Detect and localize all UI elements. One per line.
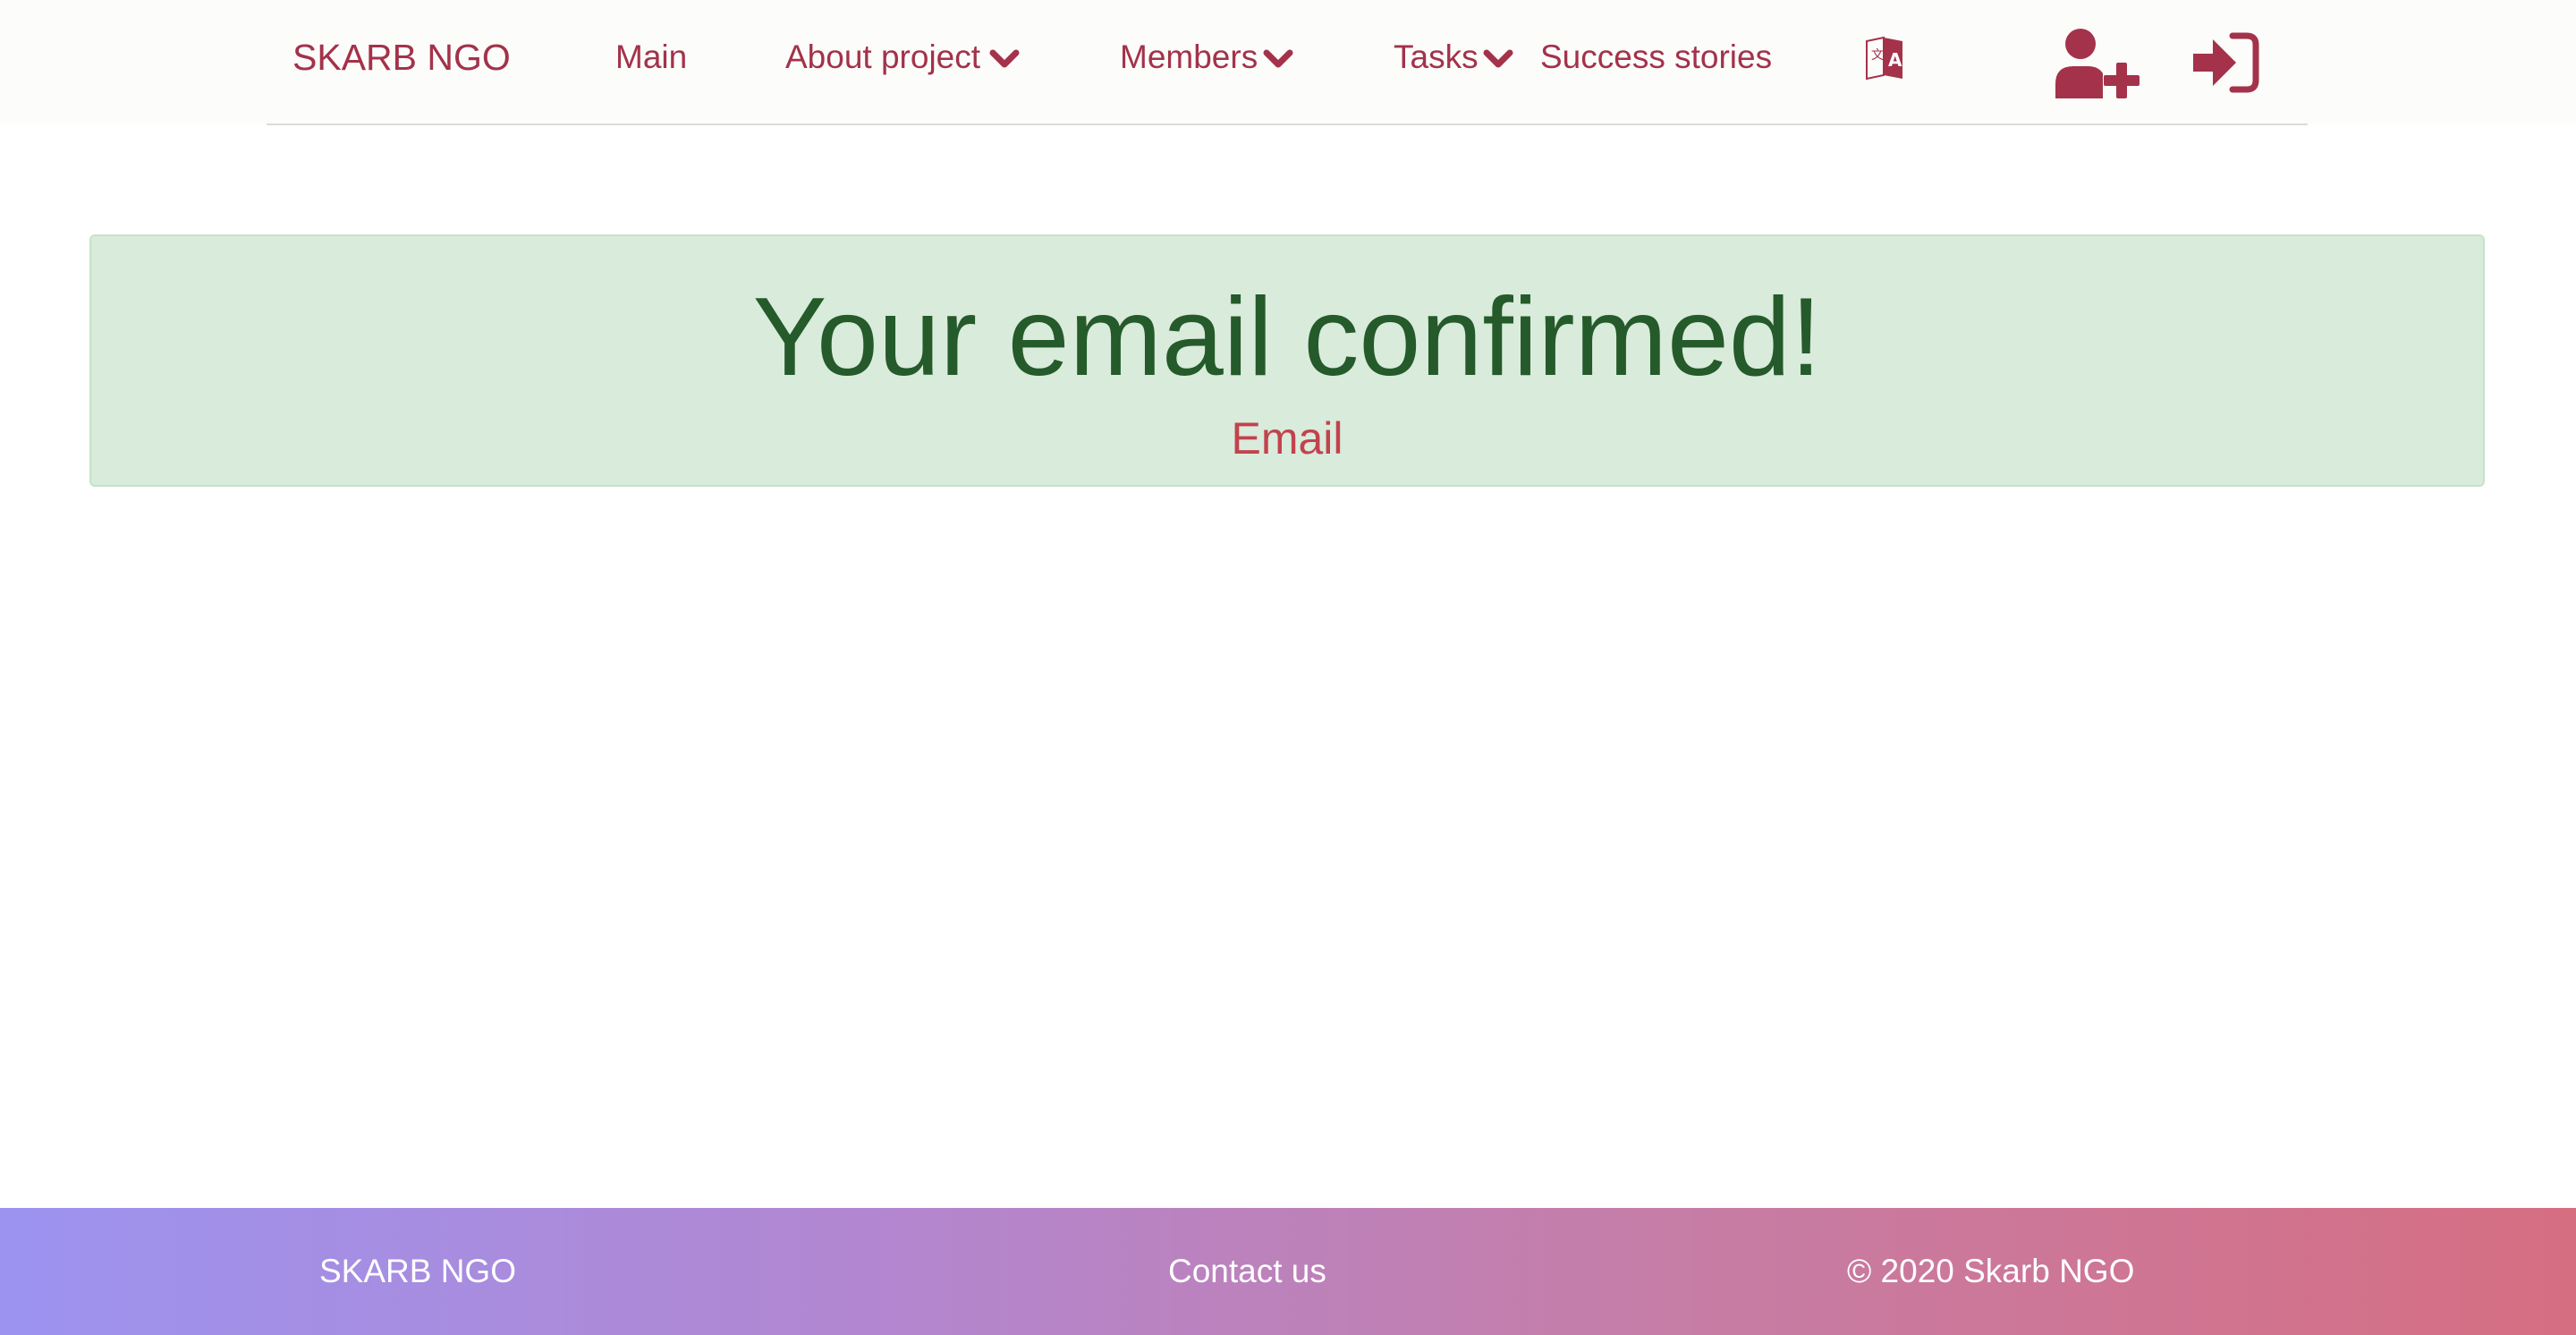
header-divider	[267, 123, 2308, 125]
success-alert: Your email confirmed! Email	[89, 234, 2485, 487]
chevron-down-icon[interactable]	[1483, 48, 1513, 70]
nav-tasks-dropdown[interactable]: Tasks	[1394, 35, 1479, 80]
user-plus-icon[interactable]	[2054, 27, 2145, 98]
nav-success-stories-link[interactable]: Success stories	[1540, 35, 1772, 80]
svg-text:文: 文	[1871, 48, 1884, 63]
svg-text:A: A	[1888, 49, 1902, 71]
footer-contact-link[interactable]: Contact us	[1168, 1249, 1326, 1294]
nav-members-dropdown[interactable]: Members	[1120, 35, 1258, 80]
alert-subtitle: Email	[1231, 413, 1343, 463]
chevron-down-icon[interactable]	[989, 48, 1020, 70]
nav-about-project-dropdown[interactable]: About project	[785, 35, 980, 80]
brand-link[interactable]: SKARB NGO	[292, 35, 511, 80]
sign-in-icon[interactable]	[2191, 32, 2259, 93]
top-navbar: SKARB NGO Main About project Members Tas…	[0, 0, 2576, 123]
footer-copyright: © 2020 Skarb NGO	[1847, 1253, 2135, 1289]
footer-brand-link[interactable]: SKARB NGO	[319, 1249, 516, 1294]
chevron-down-icon[interactable]	[1263, 48, 1293, 70]
language-translate-icon[interactable]: 文 A	[1864, 36, 1905, 81]
nav-main-link[interactable]: Main	[615, 35, 687, 80]
alert-title: Your email confirmed!	[752, 276, 1822, 399]
page: SKARB NGO Main About project Members Tas…	[0, 0, 2576, 1335]
footer: SKARB NGO Contact us © 2020 Skarb NGO	[0, 1208, 2576, 1335]
